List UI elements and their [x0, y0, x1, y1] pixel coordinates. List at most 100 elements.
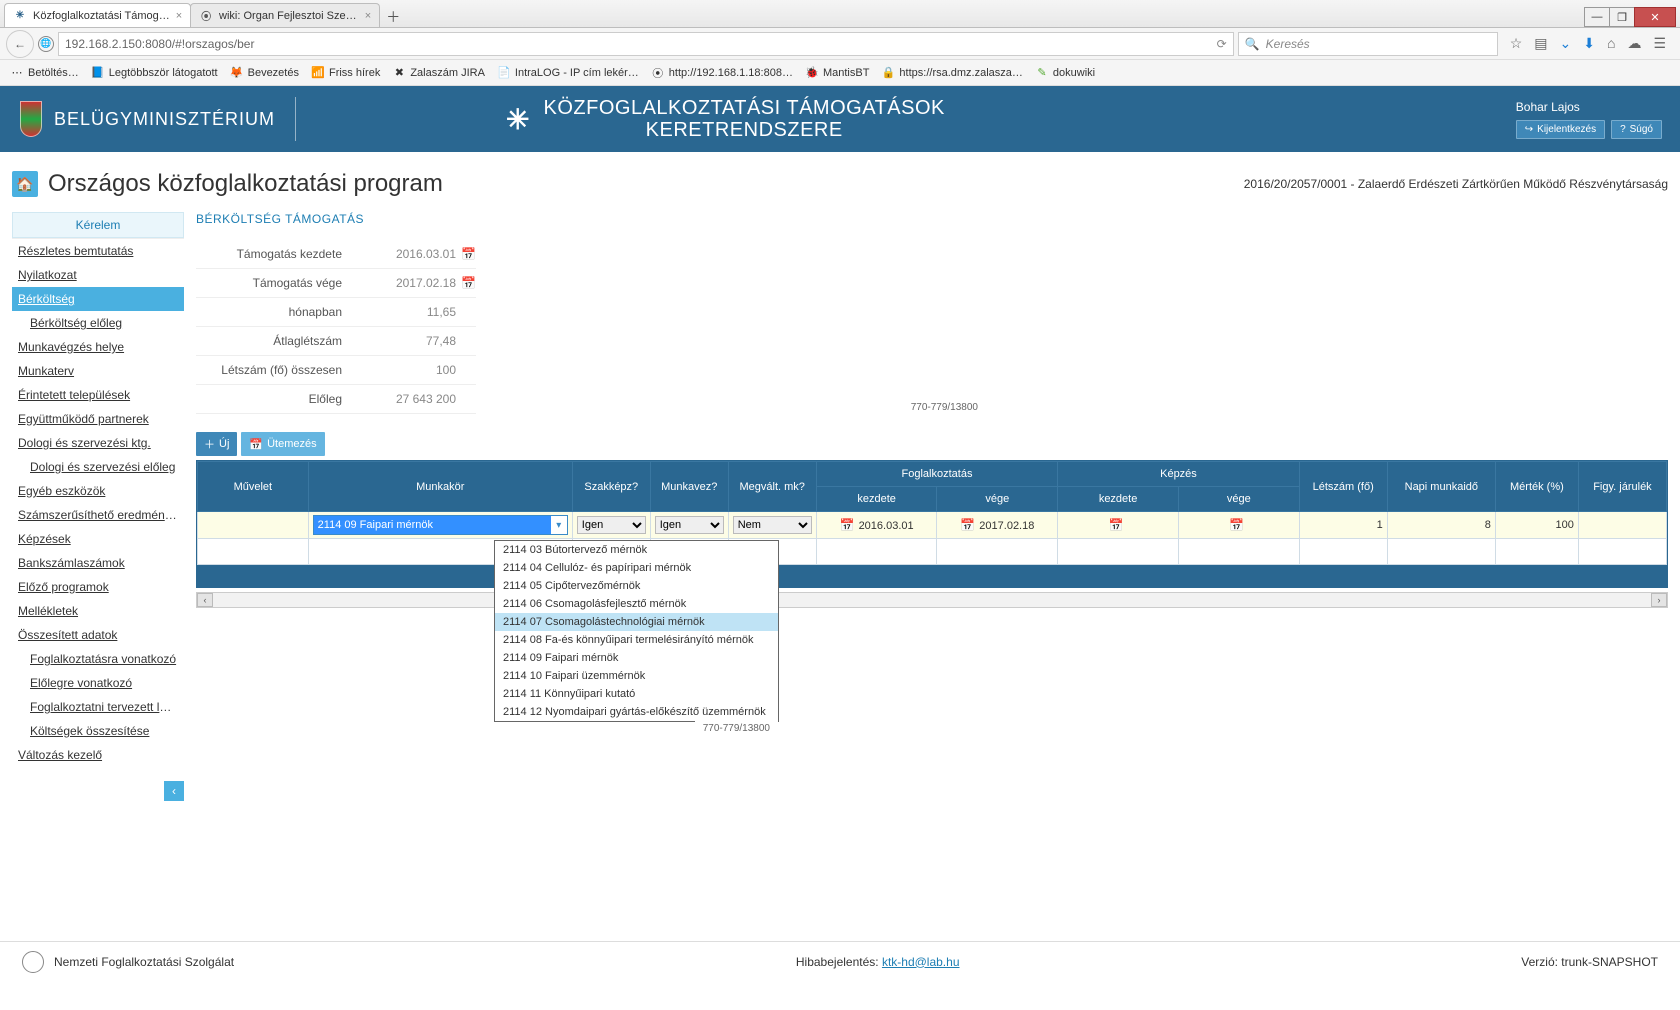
bookmark-item[interactable]: ✎dokuwiki	[1031, 64, 1099, 82]
menu-icon[interactable]: ☰	[1653, 35, 1666, 52]
sidebar-item[interactable]: Költségek összesítése	[12, 719, 184, 743]
sidebar-item[interactable]: Bankszámlaszámok	[12, 551, 184, 575]
site-identity-icon[interactable]: 🌐	[38, 36, 54, 52]
sidebar-item[interactable]: Bérköltség	[12, 287, 184, 311]
calendar-icon[interactable]: 📅	[840, 518, 855, 532]
leader-select[interactable]: Igen	[655, 516, 724, 534]
col-contrib[interactable]: Figy. járulék	[1578, 462, 1666, 512]
close-window-button[interactable]: ✕	[1634, 7, 1676, 27]
col-skilled[interactable]: Szakképz?	[572, 462, 650, 512]
cell-train-start[interactable]: 📅	[1058, 512, 1179, 539]
cell-emp-start[interactable]: 📅2016.03.01	[816, 512, 937, 539]
home-icon[interactable]: ⌂	[1607, 35, 1615, 52]
scroll-left-button[interactable]: ‹	[197, 593, 213, 607]
dropdown-option[interactable]: 2114 07 Csomagolástechnológiai mérnök	[495, 613, 778, 631]
calendar-icon[interactable]: 📅	[461, 247, 476, 261]
sidebar-item[interactable]: Számszerűsíthető eredmény…	[12, 503, 184, 527]
bookmark-item[interactable]: ⦿http://192.168.1.18:808…	[647, 64, 797, 82]
cell-count[interactable]: 1	[1299, 512, 1387, 539]
cell-contrib[interactable]	[1578, 512, 1666, 539]
sidebar-item[interactable]: Munkaterv	[12, 359, 184, 383]
col-hours[interactable]: Napi munkaidő	[1387, 462, 1495, 512]
sidebar-item[interactable]: Egyéb eszközök	[12, 479, 184, 503]
dropdown-option[interactable]: 2114 05 Cipőtervezőmérnök	[495, 577, 778, 595]
address-bar[interactable]: 192.168.2.150:8080/#!orszagos/ber ⟳	[58, 32, 1234, 56]
dropdown-option[interactable]: 2114 04 Cellulóz- és papíripari mérnök	[495, 559, 778, 577]
sidebar-item[interactable]: Előző programok	[12, 575, 184, 599]
disabled-select[interactable]: Nem	[733, 516, 812, 534]
back-button[interactable]: ←	[6, 30, 34, 58]
sidebar-item[interactable]: Dologi és szervezési előleg	[12, 455, 184, 479]
dropdown-option[interactable]: 2114 12 Nyomdaipari gyártás-előkészítő ü…	[495, 703, 778, 721]
calendar-icon[interactable]: 📅	[1109, 518, 1124, 532]
downloads-icon[interactable]: ⬇	[1583, 35, 1595, 52]
dropdown-option[interactable]: 2114 09 Faipari mérnök	[495, 649, 778, 667]
sidebar-item[interactable]: Nyilatkozat	[12, 263, 184, 287]
sidebar-item[interactable]: Foglalkoztatni tervezett lét…	[12, 695, 184, 719]
bookmark-star-icon[interactable]: ☆	[1510, 35, 1523, 52]
col-op[interactable]: Művelet	[198, 462, 309, 512]
cell-skilled[interactable]: Igen	[572, 512, 650, 539]
sidebar-item[interactable]: Bérköltség előleg	[12, 311, 184, 335]
dropdown-option[interactable]: 2114 10 Faipari üzemmérnök	[495, 667, 778, 685]
bookmark-item[interactable]: 🔒https://rsa.dmz.zalasza…	[877, 64, 1027, 82]
bookmark-item[interactable]: 📶Friss hírek	[307, 64, 384, 82]
calendar-icon[interactable]: 📅	[1229, 518, 1244, 532]
close-icon[interactable]: ×	[176, 10, 182, 22]
cell-leader[interactable]: Igen	[650, 512, 728, 539]
sidebar-item[interactable]: Együttműködő partnerek	[12, 407, 184, 431]
sidebar-item[interactable]: Dologi és szervezési ktg.	[12, 431, 184, 455]
bug-report-link[interactable]: ktk-hd@lab.hu	[882, 955, 960, 969]
minimize-button[interactable]: —	[1584, 7, 1610, 27]
col-leader[interactable]: Munkavez?	[650, 462, 728, 512]
cell-job[interactable]: 2114 09 Faipari mérnök ▾	[308, 512, 572, 539]
col-emp-end[interactable]: vége	[937, 487, 1058, 512]
col-train-end[interactable]: vége	[1178, 487, 1299, 512]
sidebar-item[interactable]: Érintetett települések	[12, 383, 184, 407]
sidebar-item[interactable]: Foglalkoztatásra vonatkozó	[12, 647, 184, 671]
job-combobox[interactable]: 2114 09 Faipari mérnök ▾	[313, 515, 568, 535]
browser-tab-inactive[interactable]: ⦿ wiki: Organ Fejlesztoi Szer… ×	[190, 3, 380, 27]
sidebar-item[interactable]: Mellékletek	[12, 599, 184, 623]
reader-icon[interactable]: ▤	[1534, 35, 1547, 52]
col-percent[interactable]: Mérték (%)	[1495, 462, 1578, 512]
new-row-button[interactable]: ＋Új	[196, 432, 237, 456]
sidebar-pager-prev[interactable]: ‹	[164, 781, 184, 801]
scroll-right-button[interactable]: ›	[1651, 593, 1667, 607]
col-job[interactable]: Munkakör	[308, 462, 572, 512]
col-disabled[interactable]: Megvált. mk?	[728, 462, 816, 512]
bookmark-item[interactable]: 🦊Bevezetés	[226, 64, 303, 82]
home-button[interactable]: 🏠	[12, 171, 38, 197]
cell-op[interactable]	[198, 512, 309, 539]
sidebar-item[interactable]: Munkavégzés helye	[12, 335, 184, 359]
dropdown-option[interactable]: 2114 03 Bútortervező mérnök	[495, 541, 778, 559]
maximize-button[interactable]: ❐	[1609, 7, 1635, 27]
sidebar-item[interactable]: Képzések	[12, 527, 184, 551]
col-count[interactable]: Létszám (fő)	[1299, 462, 1387, 512]
dropdown-option[interactable]: 2114 11 Könnyűipari kutató	[495, 685, 778, 703]
bookmark-item[interactable]: ✖Zalaszám JIRA	[388, 64, 489, 82]
bookmark-item[interactable]: 📘Legtöbbször látogatott	[87, 64, 222, 82]
sidebar-item[interactable]: Előlegre vonatkozó	[12, 671, 184, 695]
chevron-down-icon[interactable]: ▾	[551, 520, 567, 531]
cell-disabled[interactable]: Nem	[728, 512, 816, 539]
chat-icon[interactable]: ☁	[1627, 35, 1641, 52]
logout-button[interactable]: ↪Kijelentkezés	[1516, 120, 1605, 139]
cell-hours[interactable]: 8	[1387, 512, 1495, 539]
skilled-select[interactable]: Igen	[577, 516, 646, 534]
reload-icon[interactable]: ⟳	[1217, 37, 1227, 51]
dropdown-option[interactable]: 2114 08 Fa-és könnyűipari termelésirányí…	[495, 631, 778, 649]
sidebar-item[interactable]: Változás kezelő	[12, 743, 184, 767]
new-tab-button[interactable]: ＋	[383, 7, 403, 27]
col-emp-start[interactable]: kezdete	[816, 487, 937, 512]
cell-train-end[interactable]: 📅	[1178, 512, 1299, 539]
help-button[interactable]: ?Súgó	[1611, 120, 1662, 139]
col-train-start[interactable]: kezdete	[1058, 487, 1179, 512]
dropdown-option[interactable]: 2114 06 Csomagolásfejlesztő mérnök	[495, 595, 778, 613]
cell-emp-end[interactable]: 📅2017.02.18	[937, 512, 1058, 539]
bookmark-item[interactable]: 📄IntraLOG - IP cím lekér…	[493, 64, 643, 82]
browser-tab-active[interactable]: ✳ Közfoglalkoztatási Támog… ×	[4, 3, 191, 27]
schedule-button[interactable]: 📅Ütemezés	[241, 432, 324, 456]
sidebar-item[interactable]: Összesített adatok	[12, 623, 184, 647]
bookmark-item[interactable]: 🐞MantisBT	[801, 64, 873, 82]
